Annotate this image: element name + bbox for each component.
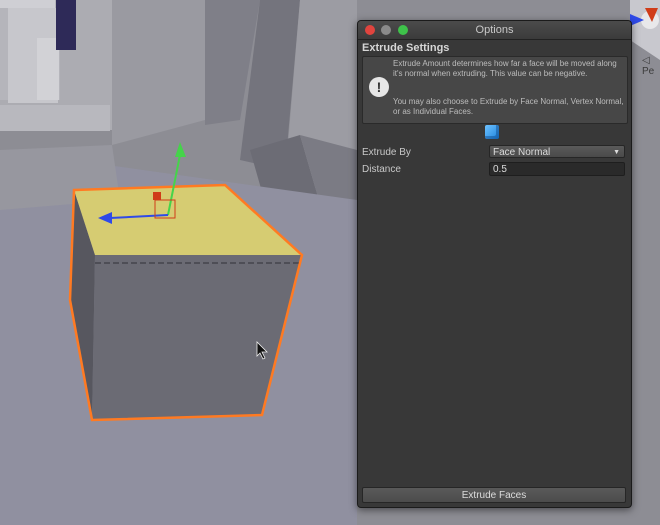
help-text-1: Extrude Amount determines how far a face… <box>393 59 617 78</box>
help-box: ! Extrude Amount determines how far a fa… <box>362 56 628 124</box>
section-title: Extrude Settings <box>362 42 450 54</box>
perspective-label[interactable]: ◁ Pe <box>642 55 660 77</box>
distance-field[interactable]: 0.5 <box>489 162 625 176</box>
help-text-2: You may also choose to Extrude by Face N… <box>393 97 624 116</box>
window-title: Options <box>475 24 514 36</box>
distance-label: Distance <box>362 164 401 175</box>
options-window: Options Extrude Settings ! Extrude Amoun… <box>357 20 632 508</box>
extrude-by-label: Extrude By <box>362 147 411 158</box>
chevron-down-icon: ▼ <box>613 149 620 156</box>
extrude-by-dropdown[interactable]: Face Normal ▼ <box>489 145 625 158</box>
window-titlebar[interactable]: Options <box>358 21 631 40</box>
extrude-by-value: Face Normal <box>493 147 551 158</box>
probuilder-cube-icon <box>485 125 499 139</box>
extrude-faces-button[interactable]: Extrude Faces <box>362 487 626 503</box>
warning-icon: ! <box>369 77 389 97</box>
